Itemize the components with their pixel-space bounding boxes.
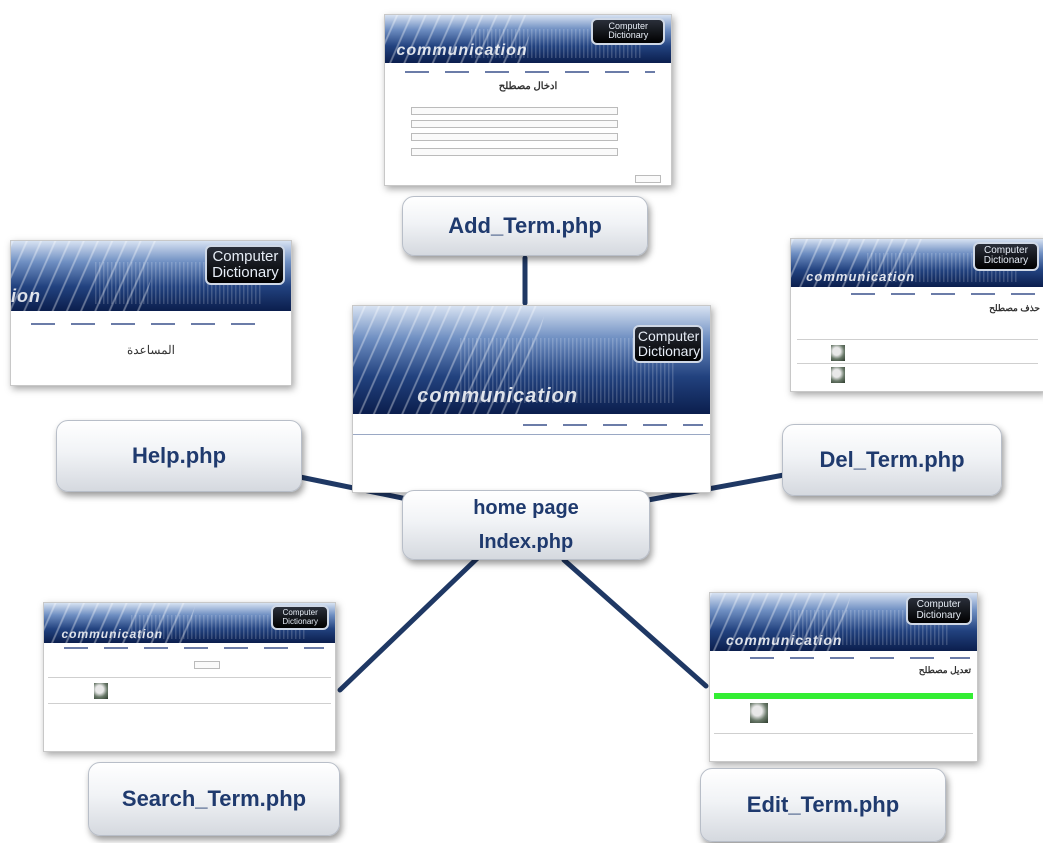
nav-menu	[405, 71, 655, 73]
node-edit-term-label: Edit_Term.php	[746, 792, 900, 817]
term-image	[750, 703, 768, 723]
node-help: Help.php	[56, 420, 302, 492]
node-search-term-label: Search_Term.php	[121, 786, 307, 811]
nav-menu	[750, 657, 970, 659]
node-del-term: Del_Term.php	[782, 424, 1002, 496]
logo: Computer Dictionary	[632, 325, 703, 363]
add-term-screenshot: Computer Dictionary communication ادخال …	[384, 14, 672, 186]
category-select	[411, 148, 618, 156]
meaning-field	[411, 120, 618, 128]
node-add-term-label: Add_Term.php	[448, 213, 602, 238]
search-term-screenshot: Computer Dictionary communication	[43, 602, 336, 752]
table-header	[48, 677, 331, 678]
edit-term-banner: Computer Dictionary communication	[710, 593, 977, 651]
table-header	[797, 339, 1038, 340]
node-index-title: home page	[473, 497, 579, 519]
help-screenshot: Computer Dictionary ion المساعدة	[10, 240, 292, 386]
table-row	[48, 703, 331, 704]
term-image	[94, 683, 108, 699]
help-banner: Computer Dictionary ion	[11, 241, 291, 311]
banner-watermark: ion	[11, 285, 41, 306]
logo: Computer Dictionary	[972, 241, 1039, 271]
del-term-screenshot: Computer Dictionary communication حذف مص…	[790, 238, 1043, 392]
edit-term-screenshot: Computer Dictionary communication تعديل …	[709, 592, 978, 762]
link-index-search	[337, 545, 491, 693]
logo-text-line2: Dictionary	[983, 255, 1029, 267]
logo-text-line2: Dictionary	[608, 30, 649, 41]
node-edit-term: Edit_Term.php	[700, 768, 946, 842]
page-title: تعديل مصطلح	[918, 665, 971, 675]
node-index-file: Index.php	[478, 531, 574, 553]
banner-watermark: communication	[726, 631, 843, 648]
nav-menu	[31, 323, 271, 325]
banner-watermark: communication	[61, 626, 164, 641]
nav-menu	[851, 293, 1041, 295]
nav-menu	[64, 647, 324, 649]
nav-menu	[523, 424, 703, 426]
term-field	[411, 107, 618, 115]
banner-watermark: communication	[806, 269, 916, 285]
description-field	[411, 133, 618, 141]
logo-text-line2: Dictionary	[282, 616, 318, 626]
search-button	[194, 661, 220, 669]
submit-button	[635, 175, 661, 183]
banner-watermark: communication	[396, 42, 528, 60]
logo-text-line1: Computer	[212, 248, 279, 266]
page-title: المساعدة	[126, 343, 176, 357]
logo-text-line2: Dictionary	[916, 609, 961, 621]
logo: Computer Dictionary	[905, 596, 972, 626]
page-title: حذف مصطلح	[989, 303, 1040, 313]
term-image	[831, 367, 845, 383]
node-add-term: Add_Term.php	[402, 196, 648, 256]
node-index: home page Index.php	[402, 490, 650, 560]
logo: Computer Dictionary	[205, 245, 286, 285]
search-term-banner: Computer Dictionary communication	[44, 603, 335, 643]
logo-text-line2: Dictionary	[637, 343, 701, 360]
table-row	[797, 363, 1038, 364]
del-term-banner: Computer Dictionary communication	[791, 239, 1043, 287]
logo: Computer Dictionary	[591, 17, 666, 45]
table-header-highlight	[714, 693, 973, 699]
logo-text-line1: Computer	[637, 328, 700, 345]
banner-watermark: communication	[417, 384, 579, 407]
term-image	[831, 345, 845, 361]
node-search-term: Search_Term.php	[88, 762, 340, 836]
nav-divider	[353, 434, 710, 435]
page-title: ادخال مصطلح	[498, 81, 558, 92]
index-banner: Computer Dictionary communication	[353, 306, 710, 414]
add-term-banner: Computer Dictionary communication	[385, 15, 671, 63]
link-index-edit	[561, 557, 709, 689]
node-del-term-label: Del_Term.php	[819, 447, 965, 472]
table-row	[714, 733, 973, 734]
logo-text-line2: Dictionary	[212, 263, 279, 281]
node-help-label: Help.php	[131, 443, 227, 468]
logo: Computer Dictionary	[271, 605, 330, 631]
index-screenshot: Computer Dictionary communication	[352, 305, 711, 493]
